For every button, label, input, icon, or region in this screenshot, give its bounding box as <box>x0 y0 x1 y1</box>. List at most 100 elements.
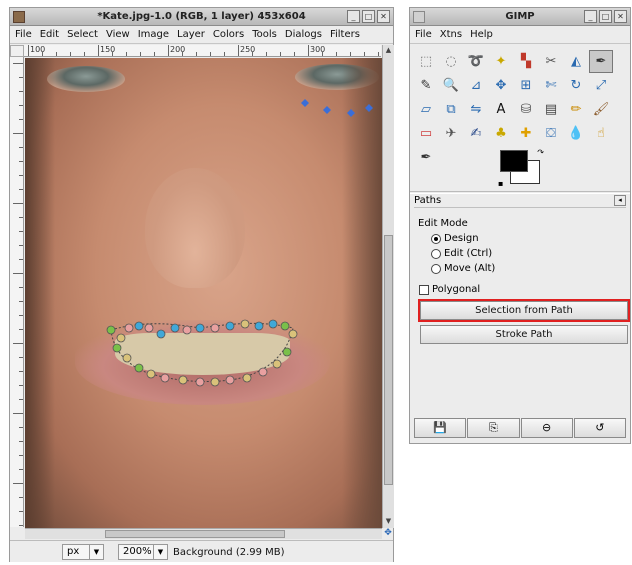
path-anchor[interactable] <box>122 353 132 363</box>
foreground-select-icon[interactable]: ◭ <box>564 50 588 73</box>
minimize-button[interactable]: _ <box>584 10 597 23</box>
path-anchor[interactable] <box>156 329 166 339</box>
paths-tab[interactable]: Paths <box>414 195 441 206</box>
vertical-scrollbar[interactable]: ▲ ▼ <box>382 45 394 528</box>
scroll-down-icon[interactable]: ▼ <box>384 517 393 527</box>
menu-colors[interactable]: Colors <box>210 27 247 43</box>
shear-icon[interactable]: ▱ <box>414 98 438 121</box>
rect-select-icon[interactable]: ⬚ <box>414 50 438 73</box>
path-overlay[interactable] <box>25 58 382 528</box>
maximize-button[interactable]: □ <box>362 10 375 23</box>
path-anchor[interactable] <box>106 325 116 335</box>
navigate-icon[interactable]: ✥ <box>382 528 394 539</box>
vertical-ruler[interactable] <box>10 57 24 527</box>
paths-icon[interactable]: ✒ <box>589 50 613 73</box>
close-button[interactable]: ✕ <box>377 10 390 23</box>
crop-icon[interactable]: ✄ <box>539 74 563 97</box>
reset-options-icon[interactable]: ↺ <box>573 418 626 438</box>
pencil-icon[interactable]: ✏ <box>564 98 588 121</box>
path-anchor[interactable] <box>210 323 220 333</box>
horizontal-scroll-thumb[interactable] <box>105 530 285 538</box>
path-anchor[interactable] <box>225 321 235 331</box>
path-anchor[interactable] <box>160 373 170 383</box>
perspective-icon[interactable]: ⧉ <box>439 98 463 121</box>
fuzzy-select-icon[interactable]: ✦ <box>489 50 513 73</box>
path-handle[interactable] <box>347 109 355 117</box>
eraser-icon[interactable]: ▭ <box>414 122 438 145</box>
perspective-clone-icon[interactable]: ⛋ <box>539 122 563 145</box>
menu-file[interactable]: File <box>412 27 435 43</box>
path-anchor[interactable] <box>124 323 134 333</box>
path-handle[interactable] <box>323 106 331 114</box>
scissors-icon[interactable]: ✂ <box>539 50 563 73</box>
path-anchor[interactable] <box>195 377 205 387</box>
path-anchor[interactable] <box>170 323 180 333</box>
zoom-combo[interactable]: 200% ▼ <box>118 544 168 560</box>
chevron-down-icon[interactable]: ▼ <box>89 545 103 559</box>
path-anchor[interactable] <box>210 377 220 387</box>
mode-edit[interactable]: Edit (Ctrl) <box>431 248 492 259</box>
airbrush-icon[interactable]: ✈ <box>439 122 463 145</box>
smudge-icon[interactable]: ☝ <box>589 122 613 145</box>
image-canvas[interactable] <box>25 58 382 528</box>
path-anchor[interactable] <box>195 323 205 333</box>
polygonal-checkbox[interactable] <box>419 284 429 295</box>
horizontal-scrollbar[interactable] <box>25 528 382 539</box>
menu-tools[interactable]: Tools <box>249 27 280 43</box>
dodge-burn-icon[interactable]: ✒ <box>414 146 438 169</box>
select-by-color-icon[interactable]: ▚ <box>514 50 538 73</box>
path-anchor[interactable] <box>134 363 144 373</box>
menu-image[interactable]: Image <box>135 27 172 43</box>
path-anchor[interactable] <box>280 321 290 331</box>
path-anchor[interactable] <box>240 319 250 329</box>
measure-icon[interactable]: ⊿ <box>464 74 488 97</box>
menu-xtns[interactable]: Xtns <box>437 27 465 43</box>
clone-icon[interactable]: ♣ <box>489 122 513 145</box>
text-icon[interactable]: A <box>489 98 513 121</box>
restore-options-icon[interactable]: ⎘ <box>467 418 520 438</box>
blur-icon[interactable]: 💧 <box>564 122 588 145</box>
ellipse-select-icon[interactable]: ◌ <box>439 50 463 73</box>
close-button[interactable]: ✕ <box>614 10 627 23</box>
stroke-path-button[interactable]: Stroke Path <box>420 325 628 344</box>
path-anchor[interactable] <box>258 367 268 377</box>
path-handle[interactable] <box>301 99 309 107</box>
vertical-scroll-thumb[interactable] <box>384 235 393 485</box>
tab-menu-icon[interactable]: ◂ <box>614 195 626 206</box>
color-picker-icon[interactable]: ✎ <box>414 74 438 97</box>
paintbrush-icon[interactable]: 🖌 <box>589 98 613 121</box>
selection-from-path-button[interactable]: Selection from Path <box>418 299 630 322</box>
path-anchor[interactable] <box>116 333 126 343</box>
radio-move[interactable] <box>431 263 441 274</box>
path-anchor[interactable] <box>144 323 154 333</box>
horizontal-ruler[interactable]: 100 150 200 250 300 <box>24 45 381 57</box>
path-anchor[interactable] <box>242 373 252 383</box>
path-anchor[interactable] <box>146 369 156 379</box>
path-anchor[interactable] <box>134 321 144 331</box>
minimize-button[interactable]: _ <box>347 10 360 23</box>
menu-dialogs[interactable]: Dialogs <box>282 27 325 43</box>
path-anchor[interactable] <box>182 325 192 335</box>
flip-icon[interactable]: ⇋ <box>464 98 488 121</box>
path-anchor[interactable] <box>254 321 264 331</box>
align-icon[interactable]: ⊞ <box>514 74 538 97</box>
rotate-icon[interactable]: ↻ <box>564 74 588 97</box>
swap-colors-icon[interactable]: ↷ <box>537 148 544 157</box>
fg-bg-colors[interactable]: ↷ ▪ <box>498 148 544 188</box>
path-handle[interactable] <box>365 104 373 112</box>
path-anchor[interactable] <box>288 329 298 339</box>
menu-view[interactable]: View <box>103 27 133 43</box>
path-anchor[interactable] <box>225 375 235 385</box>
menu-filters[interactable]: Filters <box>327 27 363 43</box>
heal-icon[interactable]: ✚ <box>514 122 538 145</box>
maximize-button[interactable]: □ <box>599 10 612 23</box>
magnify-icon[interactable]: 🔍 <box>439 74 463 97</box>
path-anchor[interactable] <box>112 343 122 353</box>
free-select-icon[interactable]: ➰ <box>464 50 488 73</box>
bucket-fill-icon[interactable]: ⛁ <box>514 98 538 121</box>
path-anchor[interactable] <box>178 375 188 385</box>
move-icon[interactable]: ✥ <box>489 74 513 97</box>
save-options-icon[interactable]: 💾 <box>414 418 467 438</box>
menu-file[interactable]: File <box>12 27 35 43</box>
mode-move[interactable]: Move (Alt) <box>431 263 495 274</box>
